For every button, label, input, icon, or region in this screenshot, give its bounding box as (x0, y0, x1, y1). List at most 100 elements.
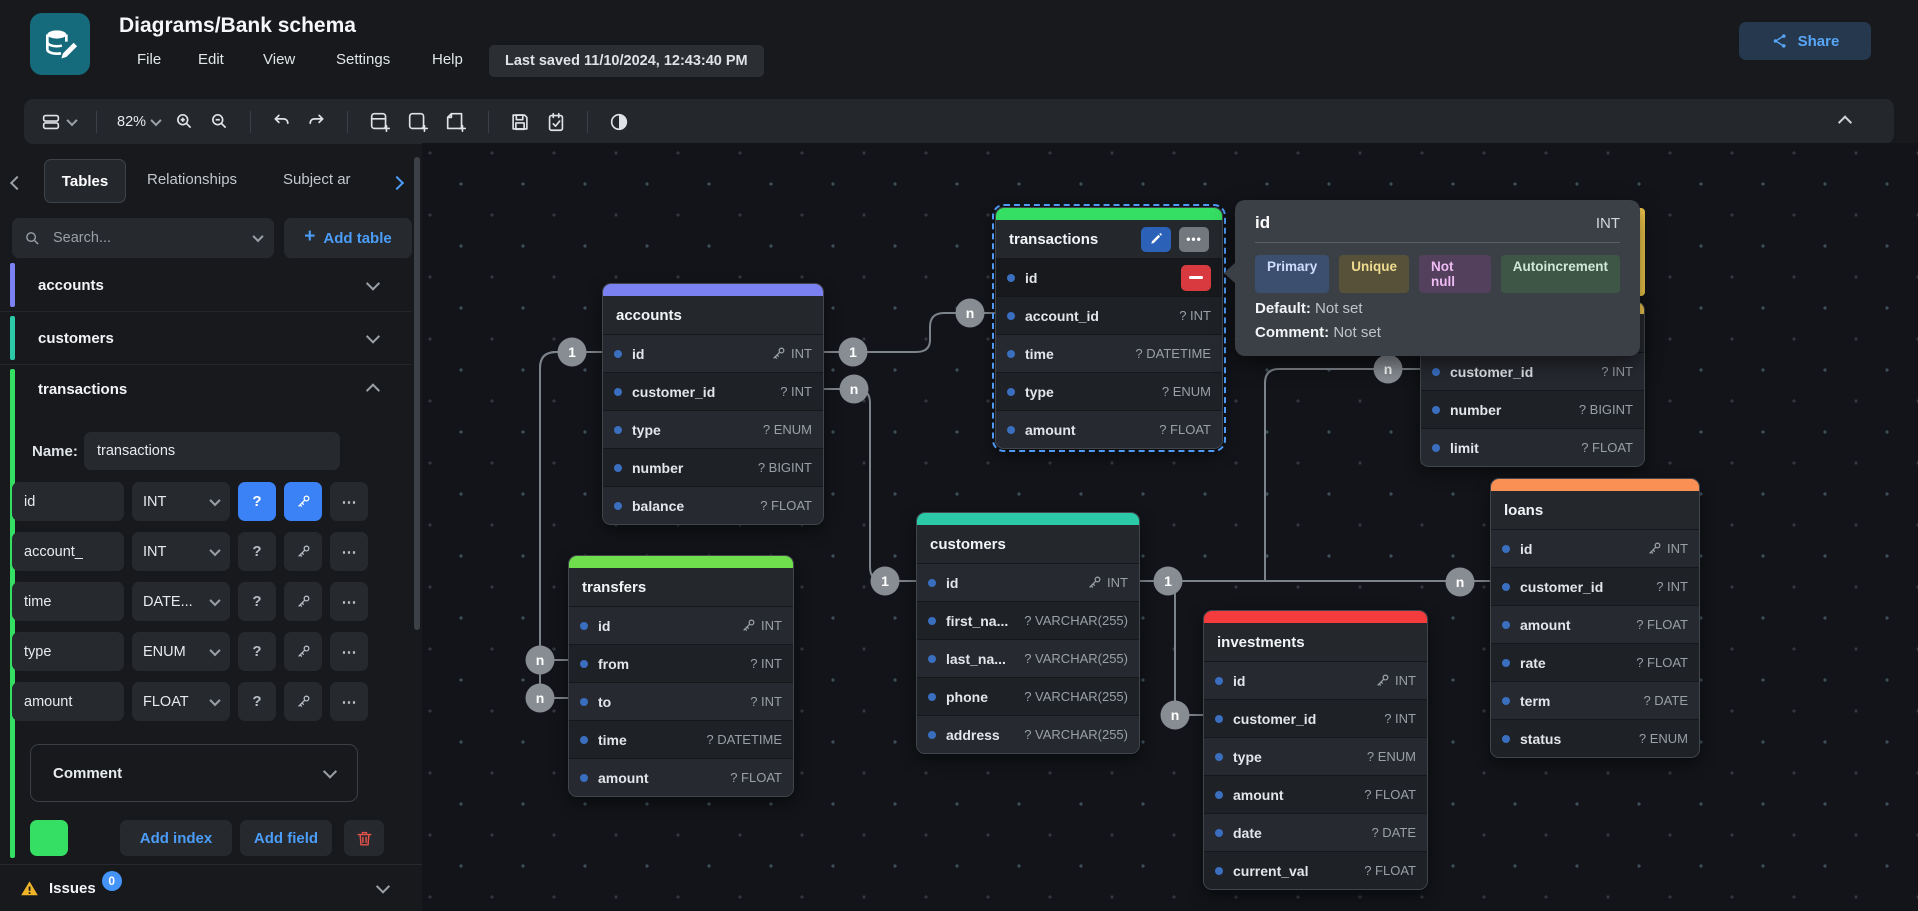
field-more-options-button[interactable]: ⋯ (330, 582, 368, 621)
canvas-table-accounts[interactable]: accountsidINTcustomer_id? INTtype? ENUMn… (602, 283, 824, 525)
table-field-row[interactable]: customer_id? INT (1204, 700, 1427, 738)
table-field-row[interactable]: time? DATETIME (996, 335, 1222, 373)
table-field-row[interactable]: term? DATE (1491, 682, 1699, 720)
primary-key-toggle-button[interactable] (284, 482, 322, 521)
menu-settings[interactable]: Settings (328, 47, 398, 72)
table-field-row[interactable]: number? BIGINT (1421, 391, 1644, 429)
table-field-row[interactable]: idINT (917, 564, 1139, 602)
canvas-table-investments[interactable]: investmentsidINTcustomer_id? INTtype? EN… (1203, 610, 1428, 890)
save-check-button[interactable] (545, 111, 567, 133)
table-field-row[interactable]: type? ENUM (1204, 738, 1427, 776)
relationship-line[interactable] (1265, 369, 1420, 581)
field-name-input[interactable] (12, 582, 124, 621)
save-button[interactable] (509, 111, 531, 133)
table-name-row[interactable]: transactions••• (996, 220, 1222, 259)
share-button[interactable]: Share (1739, 22, 1871, 60)
table-search-combobox[interactable] (12, 218, 274, 258)
canvas-table-customers[interactable]: customersidINTfirst_na...? VARCHAR(255)l… (916, 512, 1140, 754)
sidebar-item-customers[interactable]: customers (0, 312, 412, 365)
canvas-table-transfers[interactable]: transfersidINTfrom? INTto? INTtime? DATE… (568, 555, 794, 797)
nullable-toggle-button[interactable]: ? (238, 532, 276, 571)
table-field-row[interactable]: type? ENUM (603, 411, 823, 449)
table-field-row[interactable]: rate? FLOAT (1491, 644, 1699, 682)
table-name-input[interactable] (84, 432, 340, 470)
table-field-row[interactable]: customer_id? INT (1491, 568, 1699, 606)
field-more-options-button[interactable]: ⋯ (330, 532, 368, 571)
field-type-select[interactable]: INT (132, 482, 230, 521)
table-field-row[interactable]: idINT (1491, 530, 1699, 568)
add-area-button[interactable] (406, 110, 430, 134)
add-table-button[interactable]: + Add table (284, 218, 412, 258)
table-field-row[interactable]: account_id? INT (996, 297, 1222, 335)
table-name-row[interactable]: accounts (603, 296, 823, 335)
sidebar-scrollbar[interactable] (414, 157, 420, 630)
table-name-row[interactable]: transfers (569, 568, 793, 607)
table-field-row[interactable]: amount? FLOAT (1204, 776, 1427, 814)
diagram-canvas[interactable]: 1nn1nn11nnn accountsidINTcustomer_id? IN… (422, 143, 1918, 911)
field-more-options-button[interactable]: ⋯ (330, 482, 368, 521)
zoom-level-select[interactable]: 82% (117, 114, 160, 130)
relationship-line[interactable] (1138, 581, 1203, 715)
table-name-row[interactable]: investments (1204, 623, 1427, 662)
theme-contrast-button[interactable] (608, 111, 630, 133)
sidebar-item-accounts[interactable]: accounts (0, 259, 412, 312)
table-field-row[interactable]: idINT (603, 335, 823, 373)
nullable-toggle-button[interactable]: ? (238, 682, 276, 721)
nullable-toggle-button[interactable]: ? (238, 482, 276, 521)
table-field-row[interactable]: amount? FLOAT (1491, 606, 1699, 644)
tabs-scroll-left-button[interactable] (12, 175, 22, 193)
table-field-row[interactable]: time? DATETIME (569, 721, 793, 759)
table-field-row[interactable]: customer_id? INT (1421, 353, 1644, 391)
field-type-select[interactable]: DATE... (132, 582, 230, 621)
undo-button[interactable] (271, 111, 292, 132)
field-name-input[interactable] (12, 682, 124, 721)
primary-key-toggle-button[interactable] (284, 582, 322, 621)
primary-key-toggle-button[interactable] (284, 532, 322, 571)
table-field-row[interactable]: to? INT (569, 683, 793, 721)
search-input[interactable] (51, 229, 244, 247)
canvas-table-transactions[interactable]: transactions•••idaccount_id? INTtime? DA… (995, 207, 1223, 449)
comment-collapsible[interactable]: Comment (30, 744, 358, 802)
nullable-toggle-button[interactable]: ? (238, 582, 276, 621)
zoom-out-button[interactable] (209, 111, 230, 132)
field-type-select[interactable]: ENUM (132, 632, 230, 671)
table-field-row[interactable]: idINT (1204, 662, 1427, 700)
menu-edit[interactable]: Edit (190, 47, 232, 72)
table-field-row[interactable]: id (996, 259, 1222, 297)
menu-view[interactable]: View (255, 47, 303, 72)
table-field-row[interactable]: first_na...? VARCHAR(255) (917, 602, 1139, 640)
tab-relationships[interactable]: Relationships (147, 171, 237, 188)
remove-field-button[interactable] (1181, 265, 1211, 291)
add-field-button[interactable]: Add field (240, 820, 332, 856)
edit-table-button[interactable] (1141, 227, 1171, 252)
table-field-row[interactable]: amount? FLOAT (569, 759, 793, 796)
toolbar-collapse-button[interactable] (1840, 113, 1850, 131)
tabs-scroll-right-button[interactable] (392, 175, 402, 193)
table-field-row[interactable]: number? BIGINT (603, 449, 823, 487)
field-type-select[interactable]: FLOAT (132, 682, 230, 721)
table-field-row[interactable]: last_na...? VARCHAR(255) (917, 640, 1139, 678)
layout-rows-button[interactable] (40, 111, 76, 133)
table-field-row[interactable]: from? INT (569, 645, 793, 683)
table-field-row[interactable]: address? VARCHAR(255) (917, 716, 1139, 753)
menu-help[interactable]: Help (424, 47, 471, 72)
redo-button[interactable] (306, 111, 327, 132)
field-more-options-button[interactable]: ⋯ (330, 632, 368, 671)
tab-subject-areas[interactable]: Subject ar (283, 171, 351, 188)
table-field-row[interactable]: phone? VARCHAR(255) (917, 678, 1139, 716)
table-field-row[interactable]: limit? FLOAT (1421, 429, 1644, 466)
field-name-input[interactable] (12, 532, 124, 571)
tab-tables[interactable]: Tables (44, 159, 126, 203)
app-logo[interactable] (30, 13, 90, 75)
table-name-row[interactable]: customers (917, 525, 1139, 564)
table-field-row[interactable]: current_val? FLOAT (1204, 852, 1427, 889)
issues-bar[interactable]: Issues 0 (0, 864, 422, 911)
menu-file[interactable]: File (129, 47, 169, 72)
add-table-toolbar-button[interactable] (368, 110, 392, 134)
add-note-button[interactable] (444, 110, 468, 134)
zoom-in-button[interactable] (174, 111, 195, 132)
table-field-row[interactable]: amount? FLOAT (996, 411, 1222, 448)
table-field-row[interactable]: customer_id? INT (603, 373, 823, 411)
primary-key-toggle-button[interactable] (284, 682, 322, 721)
table-field-row[interactable]: status? ENUM (1491, 720, 1699, 757)
